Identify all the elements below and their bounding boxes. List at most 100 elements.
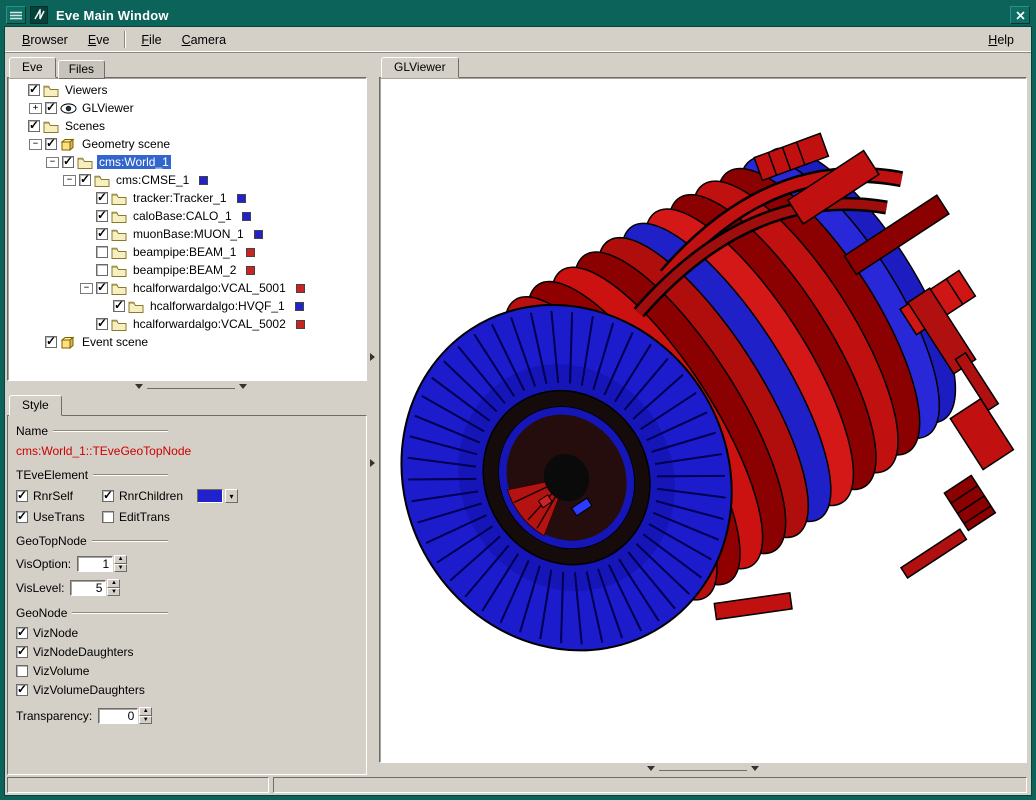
- tree-item-label[interactable]: beampipe:BEAM_1: [131, 245, 238, 259]
- expander-toggle[interactable]: [97, 301, 110, 312]
- tab-style[interactable]: Style: [9, 395, 62, 416]
- tree-item[interactable]: ✓ hcalforwardalgo:VCAL_5002: [8, 315, 366, 333]
- vislevel-input[interactable]: 5: [70, 580, 106, 596]
- menu-browser[interactable]: Browser: [13, 30, 77, 50]
- visibility-checkbox[interactable]: ✓: [96, 210, 108, 222]
- tree-item[interactable]: ✓ tracker:Tracker_1: [8, 189, 366, 207]
- expander-toggle[interactable]: [80, 229, 93, 240]
- vislevel-spinner[interactable]: ▲▼: [107, 579, 120, 596]
- tree-item-label[interactable]: tracker:Tracker_1: [131, 191, 229, 205]
- visoption-spinner[interactable]: ▲▼: [114, 555, 127, 572]
- tree-item[interactable]: + ✓ GLViewer: [8, 99, 366, 117]
- transparency-spinner[interactable]: ▲▼: [139, 707, 152, 724]
- tree-item[interactable]: ✓ Viewers: [8, 81, 366, 99]
- tree-item-label[interactable]: cms:World_1: [97, 155, 171, 169]
- visibility-checkbox[interactable]: ✓: [96, 318, 108, 330]
- rnrchildren-checkbox[interactable]: ✓ RnrChildren: [102, 489, 183, 503]
- vizvolume-checkbox[interactable]: ✓ VizVolume: [16, 664, 358, 678]
- edittrans-checkbox[interactable]: ✓ EditTrans: [102, 510, 170, 524]
- tree-item[interactable]: − ✓ cms:CMSE_1: [8, 171, 366, 189]
- expander-toggle[interactable]: −: [80, 283, 93, 294]
- visibility-checkbox[interactable]: ✓: [96, 282, 108, 294]
- visibility-checkbox[interactable]: ✓: [45, 138, 57, 150]
- tree-item-label[interactable]: muonBase:MUON_1: [131, 227, 246, 241]
- visibility-checkbox[interactable]: ✓: [96, 246, 108, 258]
- tree-item[interactable]: ✓ caloBase:CALO_1: [8, 207, 366, 225]
- visibility-checkbox[interactable]: ✓: [45, 102, 57, 114]
- menu-help[interactable]: Help: [979, 30, 1023, 50]
- expander-toggle[interactable]: [12, 121, 25, 132]
- folder-icon: [43, 84, 59, 97]
- tree-item[interactable]: ✓ hcalforwardalgo:HVQF_1: [8, 297, 366, 315]
- visibility-checkbox[interactable]: ✓: [62, 156, 74, 168]
- tree-item-label[interactable]: beampipe:BEAM_2: [131, 263, 238, 277]
- spin-up-icon: ▲: [114, 555, 127, 564]
- visibility-checkbox[interactable]: ✓: [28, 84, 40, 96]
- node-icon: [111, 246, 128, 259]
- tree-item[interactable]: − ✓ Geometry scene: [8, 135, 366, 153]
- tree-item-label[interactable]: hcalforwardalgo:VCAL_5001: [131, 281, 288, 295]
- rnrself-checkbox[interactable]: ✓ RnrSelf: [16, 489, 102, 503]
- visibility-checkbox[interactable]: ✓: [96, 228, 108, 240]
- tree-item-label[interactable]: cms:CMSE_1: [114, 173, 191, 187]
- window-menu-button[interactable]: [6, 6, 26, 24]
- tree-item[interactable]: ✓ beampipe:BEAM_1: [8, 243, 366, 261]
- visibility-checkbox[interactable]: ✓: [96, 264, 108, 276]
- visibility-checkbox[interactable]: ✓: [79, 174, 91, 186]
- folder-icon: [111, 192, 127, 205]
- tree-item[interactable]: ✓ Event scene: [8, 333, 366, 351]
- tree-item-label[interactable]: GLViewer: [80, 101, 136, 115]
- main-color-swatch[interactable]: [197, 489, 223, 503]
- tab-glviewer[interactable]: GLViewer: [381, 57, 459, 78]
- splitter-arrow-icon: [370, 459, 375, 467]
- vertical-splitter[interactable]: [367, 55, 379, 775]
- tree-item-label[interactable]: hcalforwardalgo:VCAL_5002: [131, 317, 288, 331]
- expander-toggle[interactable]: [80, 319, 93, 330]
- visibility-checkbox[interactable]: ✓: [45, 336, 57, 348]
- color-chip: [254, 230, 263, 239]
- expander-toggle[interactable]: −: [46, 157, 59, 168]
- expander-toggle[interactable]: −: [29, 139, 42, 150]
- viznode-checkbox[interactable]: ✓ VizNode: [16, 626, 358, 640]
- tree-item-label[interactable]: Viewers: [63, 83, 109, 97]
- tree-item[interactable]: − ✓ cms:World_1: [8, 153, 366, 171]
- visoption-input[interactable]: 1: [77, 556, 113, 572]
- tree-item[interactable]: ✓ Scenes: [8, 117, 366, 135]
- tree-item-label[interactable]: Geometry scene: [80, 137, 172, 151]
- expander-toggle[interactable]: [29, 337, 42, 348]
- expander-toggle[interactable]: [80, 193, 93, 204]
- visibility-checkbox[interactable]: ✓: [28, 120, 40, 132]
- tree-item-label[interactable]: Scenes: [63, 119, 107, 133]
- transparency-input[interactable]: 0: [98, 708, 138, 724]
- title-bar[interactable]: Eve Main Window: [4, 4, 1032, 26]
- tree-item[interactable]: ✓ muonBase:MUON_1: [8, 225, 366, 243]
- close-button[interactable]: [1010, 6, 1030, 24]
- tree-item[interactable]: − ✓ hcalforwardalgo:VCAL_5001: [8, 279, 366, 297]
- tree-item[interactable]: ✓ beampipe:BEAM_2: [8, 261, 366, 279]
- menu-file[interactable]: File: [132, 30, 170, 50]
- color-dropdown-arrow[interactable]: ▾: [225, 489, 238, 503]
- expander-toggle[interactable]: [80, 211, 93, 222]
- viznodedaughters-checkbox[interactable]: ✓ VizNodeDaughters: [16, 645, 358, 659]
- color-chip: [242, 212, 251, 221]
- expander-toggle[interactable]: [80, 247, 93, 258]
- visibility-checkbox[interactable]: ✓: [96, 192, 108, 204]
- scene-tree-panel[interactable]: ✓ Viewers + ✓: [7, 77, 367, 381]
- expander-toggle[interactable]: [12, 85, 25, 96]
- vizvolumedaughters-checkbox[interactable]: ✓ VizVolumeDaughters: [16, 683, 358, 697]
- visibility-checkbox[interactable]: ✓: [113, 300, 125, 312]
- tree-item-label[interactable]: Event scene: [80, 335, 150, 349]
- tree-item-label[interactable]: caloBase:CALO_1: [131, 209, 234, 223]
- menu-camera[interactable]: Camera: [173, 30, 235, 50]
- expander-toggle[interactable]: [80, 265, 93, 276]
- tab-files[interactable]: Files: [58, 60, 105, 79]
- tab-eve[interactable]: Eve: [9, 57, 56, 78]
- viewer-bottom-splitter[interactable]: [379, 763, 1027, 775]
- menu-eve[interactable]: Eve: [79, 30, 119, 50]
- expander-toggle[interactable]: −: [63, 175, 76, 186]
- gl-viewer-canvas[interactable]: [379, 77, 1027, 763]
- expander-toggle[interactable]: +: [29, 103, 42, 114]
- usetrans-checkbox[interactable]: ✓ UseTrans: [16, 510, 102, 524]
- tree-style-splitter[interactable]: [7, 381, 367, 393]
- tree-item-label[interactable]: hcalforwardalgo:HVQF_1: [148, 299, 287, 313]
